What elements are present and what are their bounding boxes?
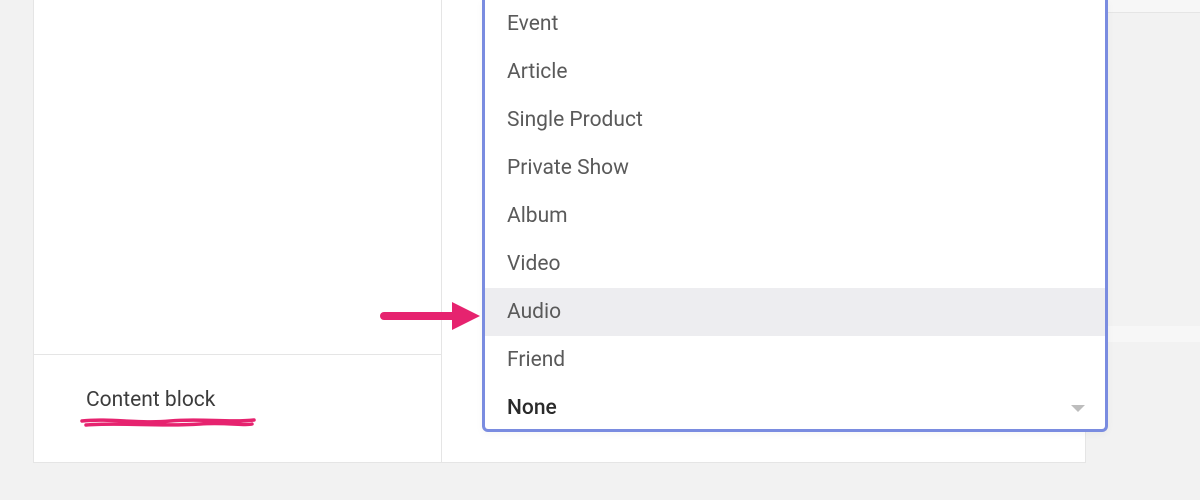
content-block-label: Content block <box>86 388 215 412</box>
row-divider <box>34 354 441 355</box>
dropdown-option[interactable]: Audio <box>485 288 1105 336</box>
dropdown-selected-row[interactable]: None <box>485 384 1105 432</box>
content-type-dropdown[interactable]: EventArticleSingle ProductPrivate ShowAl… <box>482 0 1108 432</box>
form-panel: Content block EventArticleSingle Product… <box>33 0 1086 463</box>
dropdown-option[interactable]: Friend <box>485 336 1105 384</box>
chevron-down-icon <box>1071 405 1085 412</box>
annotation-underline <box>80 416 256 428</box>
dropdown-option[interactable]: Article <box>485 48 1105 96</box>
dropdown-selected-value: None <box>507 396 557 420</box>
annotation-arrow-icon <box>380 296 484 336</box>
dropdown-option[interactable]: Private Show <box>485 144 1105 192</box>
dropdown-option[interactable]: Event <box>485 0 1105 48</box>
dropdown-options-list: EventArticleSingle ProductPrivate ShowAl… <box>485 0 1105 384</box>
dropdown-option[interactable]: Video <box>485 240 1105 288</box>
form-left-column: Content block <box>34 0 442 462</box>
dropdown-option[interactable]: Album <box>485 192 1105 240</box>
dropdown-option[interactable]: Single Product <box>485 96 1105 144</box>
